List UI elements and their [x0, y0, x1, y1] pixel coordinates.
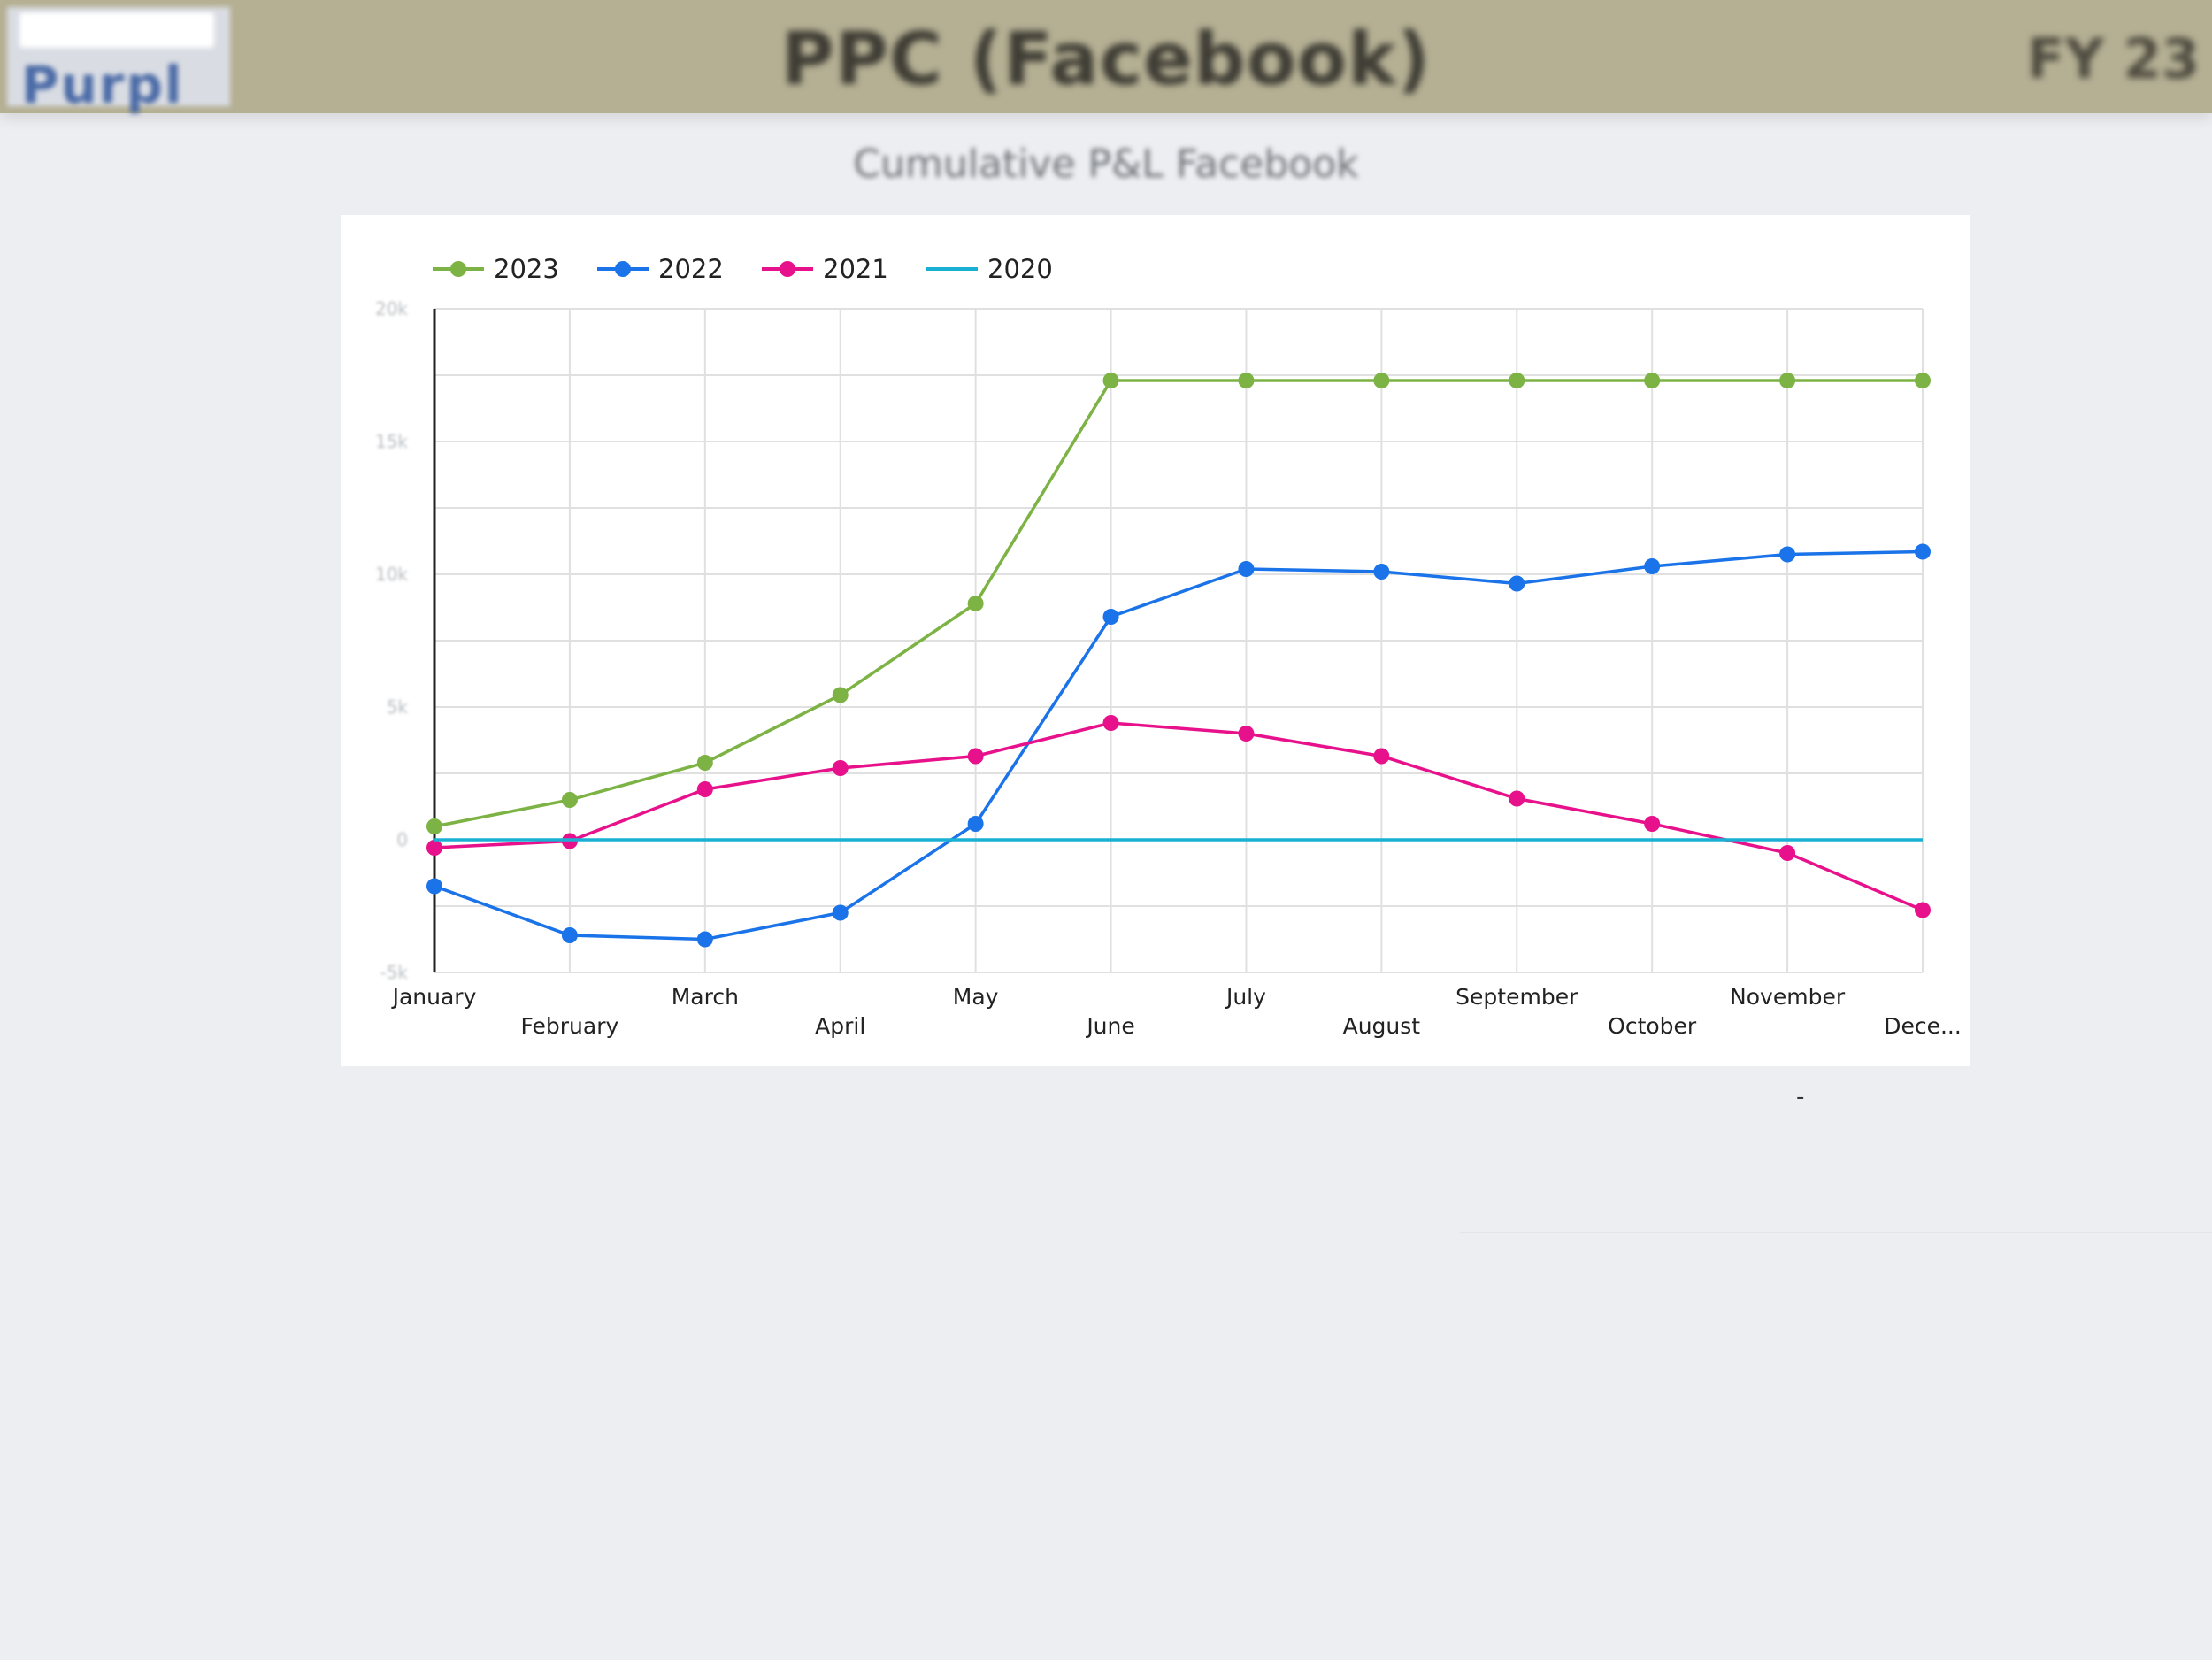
data-point-2023 — [1915, 373, 1931, 388]
x-tick-label: August — [1343, 1013, 1421, 1039]
series-line-2023 — [434, 379, 1923, 828]
data-point-2021 — [1509, 790, 1525, 807]
data-point-2021 — [426, 840, 442, 856]
line-chart: -5k 0 5k 10k 15k 20k January February March April… — [375, 254, 1962, 1039]
data-point-2022 — [832, 904, 849, 921]
data-point-2022 — [426, 878, 442, 895]
report-header: Purpl PPC (Facebook) FY 23 — [0, 0, 2212, 115]
x-tick-label: September — [1455, 984, 1578, 1010]
legend-label-2020: 2020 — [987, 254, 1053, 284]
y-tick-label: 5k — [387, 696, 409, 718]
data-point-2023 — [426, 818, 442, 834]
data-point-2023 — [561, 792, 578, 808]
data-point-2023 — [832, 687, 849, 703]
data-point-2022 — [1238, 561, 1255, 577]
data-point-2022 — [1373, 564, 1390, 580]
y-tick-label: 0 — [396, 829, 408, 850]
legend-label-2021: 2021 — [823, 254, 888, 284]
chart-caption: Cumulative P&L Facebook — [853, 142, 1359, 187]
data-point-2021 — [1238, 726, 1255, 742]
data-point-2023 — [1238, 373, 1255, 388]
data-point-2023 — [1644, 373, 1661, 388]
footer-mark: - — [1796, 1084, 1805, 1111]
x-tick-label: November — [1730, 984, 1846, 1010]
divider-line — [1460, 1232, 2212, 1233]
data-point-2021 — [1102, 715, 1119, 731]
y-tick-label: 10k — [375, 564, 408, 585]
report-title: PPC (Facebook) — [780, 18, 1432, 102]
data-point-2023 — [1509, 373, 1525, 388]
data-point-2023 — [1373, 373, 1390, 388]
data-point-2021 — [1779, 845, 1796, 861]
data-point-2023 — [1102, 373, 1119, 388]
header-period: FY 23 — [2026, 27, 2200, 91]
x-tick-label: Dece... — [1884, 1013, 1962, 1039]
data-point-2023 — [967, 596, 984, 611]
y-tick-label: 15k — [375, 431, 408, 452]
legend-swatch-dot-2021 — [780, 261, 795, 277]
series-line-2021 — [434, 721, 1924, 912]
data-point-2021 — [1644, 816, 1661, 832]
x-tick-label: April — [815, 1013, 865, 1039]
data-point-2023 — [696, 755, 713, 771]
chart-card: -5k 0 5k 10k 15k 20k January February March April… — [341, 215, 1970, 1066]
data-point-2022 — [696, 931, 713, 948]
data-point-2022 — [1915, 543, 1931, 560]
data-point-2022 — [1779, 546, 1796, 563]
data-point-2021 — [696, 781, 713, 797]
x-tick-label: January — [391, 984, 477, 1010]
legend-swatch-dot-2023 — [450, 261, 466, 277]
series-line-2022 — [434, 549, 1924, 941]
x-tick-label: May — [953, 984, 999, 1010]
data-point-2022 — [967, 816, 984, 832]
data-point-2021 — [1915, 902, 1931, 918]
data-point-2023 — [1779, 373, 1796, 388]
legend-label-2023: 2023 — [494, 254, 559, 284]
data-point-2022 — [561, 927, 578, 943]
x-tick-label: July — [1225, 984, 1266, 1010]
y-tick-label: -5k — [380, 962, 408, 983]
x-tick-label: October — [1608, 1013, 1697, 1039]
legend-swatch-dot-2022 — [615, 261, 631, 277]
data-point-2022 — [1102, 609, 1119, 625]
x-tick-label: March — [672, 984, 739, 1010]
x-tick-label: June — [1085, 1013, 1134, 1039]
x-tick-label: February — [521, 1013, 619, 1039]
y-tick-label: 20k — [375, 298, 408, 319]
legend-label-2022: 2022 — [658, 254, 724, 284]
data-point-2022 — [1509, 575, 1525, 592]
data-point-2021 — [967, 748, 984, 765]
data-point-2021 — [832, 760, 849, 776]
data-point-2021 — [1373, 748, 1390, 765]
data-point-2022 — [1644, 558, 1661, 574]
